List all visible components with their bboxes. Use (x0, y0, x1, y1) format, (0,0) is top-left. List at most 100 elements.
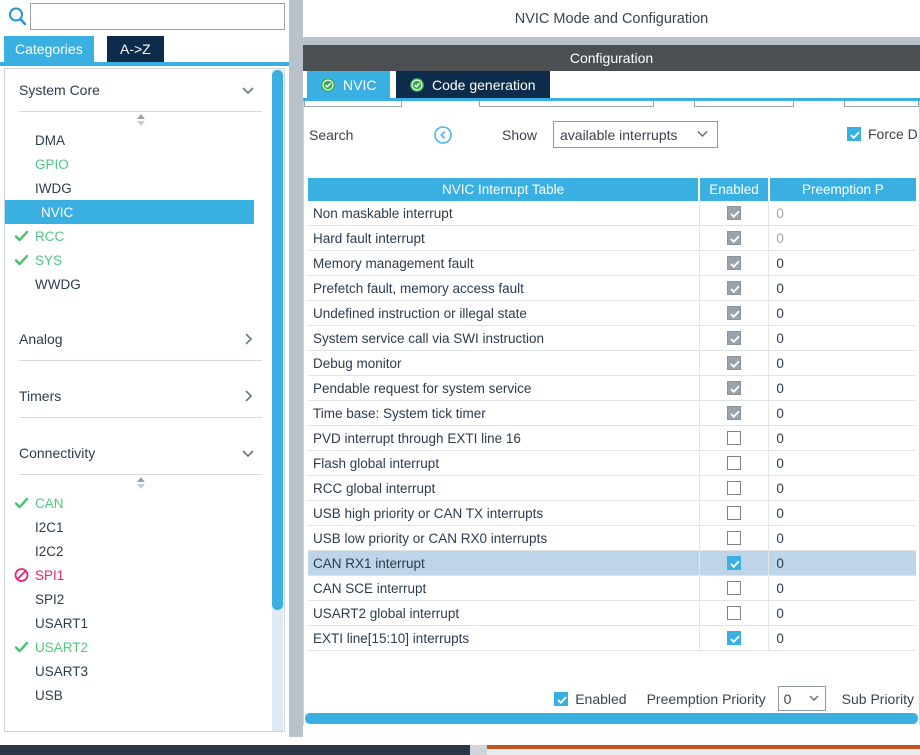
cell-preemption-priority[interactable]: 0 (769, 276, 916, 300)
cell-enabled[interactable] (700, 601, 770, 625)
enabled-checkbox[interactable] (554, 691, 569, 706)
enabled-checkbox[interactable] (727, 581, 742, 595)
sidebar-item-nvic[interactable]: NVIC (5, 200, 254, 224)
tab-code-generation[interactable]: Code generation (396, 71, 550, 98)
table-row[interactable]: USB high priority or CAN TX interrupts 0 (308, 501, 916, 526)
enabled-checkbox[interactable] (727, 231, 742, 245)
enabled-checkbox[interactable] (727, 406, 742, 420)
cell-preemption-priority[interactable]: 0 (769, 326, 916, 350)
cell-enabled[interactable] (700, 451, 770, 475)
enabled-checkbox[interactable] (727, 256, 742, 270)
sidebar-search-box[interactable] (30, 3, 285, 30)
cell-preemption-priority[interactable]: 0 (769, 551, 916, 575)
section-header-system-core[interactable]: System Core (19, 69, 262, 112)
cell-preemption-priority[interactable]: 0 (769, 201, 916, 225)
sidebar-item-gpio[interactable]: GPIO (5, 152, 276, 176)
cell-enabled[interactable] (700, 426, 770, 450)
cell-enabled[interactable] (700, 251, 770, 275)
enabled-checkbox[interactable] (727, 556, 742, 570)
table-row[interactable]: Memory management fault 0 (308, 251, 916, 276)
cell-preemption-priority[interactable]: 0 (769, 226, 916, 250)
column-header-enabled[interactable]: Enabled (700, 178, 770, 201)
cell-preemption-priority[interactable]: 0 (769, 626, 916, 650)
sidebar-scrollbar-thumb[interactable] (272, 70, 283, 610)
cell-preemption-priority[interactable]: 0 (769, 376, 916, 400)
table-row[interactable]: EXTI line[15:10] interrupts 0 (308, 626, 916, 651)
enabled-checkbox[interactable] (727, 281, 742, 295)
table-row[interactable]: USART2 global interrupt 0 (308, 601, 916, 626)
search-input[interactable] (31, 4, 284, 29)
table-row[interactable]: Pendable request for system service 0 (308, 376, 916, 401)
cell-preemption-priority[interactable]: 0 (769, 301, 916, 325)
table-row[interactable]: CAN SCE interrupt 0 (308, 576, 916, 601)
enabled-checkbox[interactable] (727, 306, 742, 320)
tab-categories[interactable]: Categories (4, 36, 94, 62)
enabled-checkbox[interactable] (727, 606, 742, 620)
cell-enabled[interactable] (700, 526, 770, 550)
table-row[interactable]: Prefetch fault, memory access fault 0 (308, 276, 916, 301)
scroll-up-indicator-system-core[interactable] (5, 112, 276, 128)
sidebar-item-usb[interactable]: USB (5, 683, 276, 707)
tab-nvic[interactable]: NVIC (307, 71, 391, 98)
enabled-checkbox[interactable] (727, 506, 742, 520)
sidebar-item-spi1[interactable]: SPI1 (5, 563, 276, 587)
tab-a-to-z[interactable]: A->Z (107, 36, 164, 62)
reset-search-icon[interactable] (432, 124, 454, 146)
table-row[interactable]: System service call via SWI instruction 0 (308, 326, 916, 351)
panel-hscrollbar-thumb[interactable] (305, 713, 918, 724)
enabled-checkbox[interactable] (727, 206, 742, 220)
force-dma-checkbox-row[interactable]: Force D (847, 126, 918, 142)
cell-enabled[interactable] (700, 501, 770, 525)
cell-enabled[interactable] (700, 301, 770, 325)
force-dma-checkbox[interactable] (847, 127, 861, 141)
cell-preemption-priority[interactable]: 0 (769, 476, 916, 500)
cell-enabled[interactable] (700, 401, 770, 425)
section-header-connectivity[interactable]: Connectivity (19, 432, 262, 475)
table-row[interactable]: Flash global interrupt 0 (308, 451, 916, 476)
cell-enabled[interactable] (700, 201, 770, 225)
scroll-up-indicator-connectivity[interactable] (5, 475, 276, 491)
cell-enabled[interactable] (700, 576, 770, 600)
sidebar-item-sys[interactable]: SYS (5, 248, 276, 272)
cell-enabled[interactable] (700, 351, 770, 375)
cell-preemption-priority[interactable]: 0 (769, 576, 916, 600)
sidebar-item-usart3[interactable]: USART3 (5, 659, 276, 683)
cell-preemption-priority[interactable]: 0 (769, 451, 916, 475)
cell-preemption-priority[interactable]: 0 (769, 426, 916, 450)
cell-preemption-priority[interactable]: 0 (769, 501, 916, 525)
cell-preemption-priority[interactable]: 0 (769, 251, 916, 275)
enabled-checkbox[interactable] (727, 481, 742, 495)
enabled-checkbox[interactable] (727, 356, 742, 370)
enabled-checkbox[interactable] (727, 381, 742, 395)
cell-preemption-priority[interactable]: 0 (769, 401, 916, 425)
cell-enabled[interactable] (700, 626, 770, 650)
sidebar-item-usart1[interactable]: USART1 (5, 611, 276, 635)
table-row[interactable]: CAN RX1 interrupt 0 (308, 551, 916, 576)
section-header-timers[interactable]: Timers (19, 375, 262, 418)
column-header-preemption-priority[interactable]: Preemption P (770, 178, 916, 201)
sidebar-item-wwdg[interactable]: WWDG (5, 272, 276, 296)
table-row[interactable]: RCC global interrupt 0 (308, 476, 916, 501)
preemption-priority-select[interactable]: 0 (777, 686, 826, 711)
show-filter-select[interactable]: available interrupts (553, 121, 718, 148)
sidebar-item-i2c2[interactable]: I2C2 (5, 539, 276, 563)
table-row[interactable]: Undefined instruction or illegal state 0 (308, 301, 916, 326)
cell-enabled[interactable] (700, 276, 770, 300)
cell-enabled[interactable] (700, 376, 770, 400)
enabled-checkbox[interactable] (727, 331, 742, 345)
table-row[interactable]: PVD interrupt through EXTI line 16 0 (308, 426, 916, 451)
sidebar-item-i2c1[interactable]: I2C1 (5, 515, 276, 539)
enabled-checkbox[interactable] (727, 456, 742, 470)
column-header-interrupt-name[interactable]: NVIC Interrupt Table (308, 178, 701, 201)
cell-preemption-priority[interactable]: 0 (769, 601, 916, 625)
cell-enabled[interactable] (700, 226, 770, 250)
cell-enabled[interactable] (700, 476, 770, 500)
section-header-analog[interactable]: Analog (19, 318, 262, 361)
sidebar-item-can[interactable]: CAN (5, 491, 276, 515)
table-row[interactable]: Debug monitor 0 (308, 351, 916, 376)
table-row[interactable]: Time base: System tick timer 0 (308, 401, 916, 426)
table-row[interactable]: Hard fault interrupt 0 (308, 226, 916, 251)
sidebar-item-iwdg[interactable]: IWDG (5, 176, 276, 200)
table-row[interactable]: USB low priority or CAN RX0 interrupts 0 (308, 526, 916, 551)
cell-preemption-priority[interactable]: 0 (769, 351, 916, 375)
